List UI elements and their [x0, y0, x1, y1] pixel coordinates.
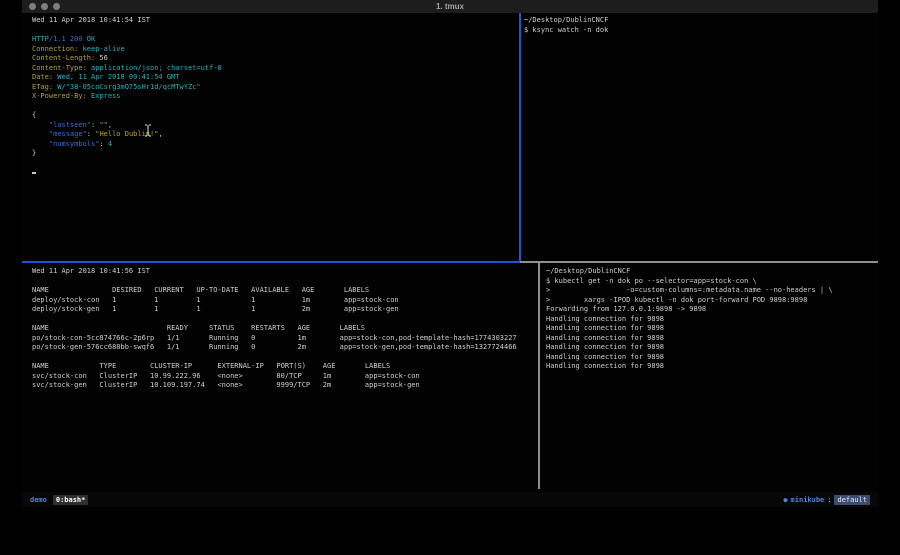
kube-namespace: default	[834, 495, 870, 505]
terminal-line	[32, 277, 536, 287]
terminal-line: Content-Length: 56	[32, 54, 516, 64]
terminal-line	[32, 26, 516, 36]
tmux-status-bar: demo 0:bash* ● minikube : default	[22, 492, 878, 507]
terminal-line: Connection: keep-alive	[32, 45, 516, 55]
terminal-window: 1. tmux Wed 11 Apr 2018 10:41:54 IST HTTP…	[22, 0, 878, 507]
terminal-line: Handling connection for 9898	[546, 343, 874, 353]
terminal-line: deploy/stock-gen 1 1 1 1 2m app=stock-ge…	[32, 305, 536, 315]
terminal-line: ~/Desktop/DublinCNCF	[546, 267, 874, 277]
terminal-line: }	[32, 149, 516, 159]
kube-separator: :	[827, 496, 831, 504]
terminal-line: $ kubectl get -n dok po --selector=app=s…	[546, 277, 874, 287]
terminal-line: po/stock-con-5cc874766c-2p6rp 1/1 Runnin…	[32, 334, 536, 344]
pane-http-response[interactable]: Wed 11 Apr 2018 10:41:54 IST HTTP/1.1 200…	[32, 16, 516, 260]
terminal-line	[32, 353, 536, 363]
kube-context: minikube	[791, 496, 825, 504]
pane-divider-horizontal[interactable]	[520, 261, 878, 263]
terminal-line: Content-Type: application/json; charset=…	[32, 64, 516, 74]
terminal-line: Forwarding from 127.0.0.1:9898 -> 9898	[546, 305, 874, 315]
terminal-line: Wed 11 Apr 2018 10:41:54 IST	[32, 16, 516, 26]
terminal-line: {	[32, 111, 516, 121]
terminal-line: Date: Wed, 11 Apr 2018 09:41:54 GMT	[32, 73, 516, 83]
terminal-line: deploy/stock-con 1 1 1 1 1m app=stock-co…	[32, 296, 536, 306]
window-titlebar[interactable]: 1. tmux	[22, 0, 878, 14]
terminal-line: NAME DESIRED CURRENT UP-TO-DATE AVAILABL…	[32, 286, 536, 296]
terminal-line: ETag: W/"38-05coCsrg3mQ75sHr1d/qcMTwYZc"	[32, 83, 516, 93]
pane-kubectl-resources[interactable]: Wed 11 Apr 2018 10:41:56 IST NAME DESIRED…	[32, 267, 536, 489]
terminal-line: > -o=custom-columns=:metadata.name --no-…	[546, 286, 874, 296]
status-right: ● minikube : default	[783, 495, 870, 505]
terminal-line: svc/stock-con ClusterIP 10.99.222.96 <no…	[32, 372, 536, 382]
window-title: 1. tmux	[22, 2, 878, 11]
terminal-line: Handling connection for 9898	[546, 324, 874, 334]
terminal-line: Handling connection for 9898	[546, 353, 874, 363]
terminal-line: X-Powered-By: Express	[32, 92, 516, 102]
active-window-label[interactable]: 0:bash*	[53, 495, 89, 505]
terminal-line: po/stock-gen-576cc688bb-swqf6 1/1 Runnin…	[32, 343, 536, 353]
terminal-cursor	[32, 172, 36, 174]
pane-port-forward[interactable]: ~/Desktop/DublinCNCF$ kubectl get -n dok…	[546, 267, 874, 489]
pane-divider-horizontal-active[interactable]	[22, 261, 520, 263]
terminal-line: Wed 11 Apr 2018 10:41:56 IST	[32, 267, 536, 277]
terminal-line: Handling connection for 9898	[546, 362, 874, 372]
terminal-line: "message": "Hello Dublin!",	[32, 130, 516, 140]
terminal-line	[32, 102, 516, 112]
pane-ksync-watch[interactable]: ~/Desktop/DublinCNCF$ ksync watch -n dok	[524, 16, 874, 260]
terminal-line: Handling connection for 9898	[546, 315, 874, 325]
terminal-line: NAME TYPE CLUSTER-IP EXTERNAL-IP PORT(S)…	[32, 362, 536, 372]
terminal-line: svc/stock-gen ClusterIP 10.109.197.74 <n…	[32, 381, 536, 391]
terminal-line	[32, 168, 516, 178]
kubernetes-icon: ●	[783, 496, 787, 504]
terminal-line: ~/Desktop/DublinCNCF	[524, 16, 874, 26]
pane-divider-bottom-vertical[interactable]	[538, 263, 540, 489]
terminal-line: NAME READY STATUS RESTARTS AGE LABELS	[32, 324, 536, 334]
text-select-cursor-icon	[144, 124, 152, 137]
terminal-line: > xargs -IPOD kubectl -n dok port-forwar…	[546, 296, 874, 306]
terminal-line: $ ksync watch -n dok	[524, 26, 874, 36]
terminal-line: "numsymbols": 4	[32, 140, 516, 150]
terminal-line	[32, 315, 536, 325]
desktop-background: { "window": { "title": "1. tmux" }, "col…	[0, 0, 900, 555]
terminal-line: Handling connection for 9898	[546, 334, 874, 344]
terminal-line: HTTP/1.1 200 OK	[32, 35, 516, 45]
terminal-line: "lastseen": "",	[32, 121, 516, 131]
session-name: demo	[30, 496, 47, 504]
terminal-line	[32, 159, 516, 169]
pane-divider-top-vertical[interactable]	[519, 13, 521, 261]
